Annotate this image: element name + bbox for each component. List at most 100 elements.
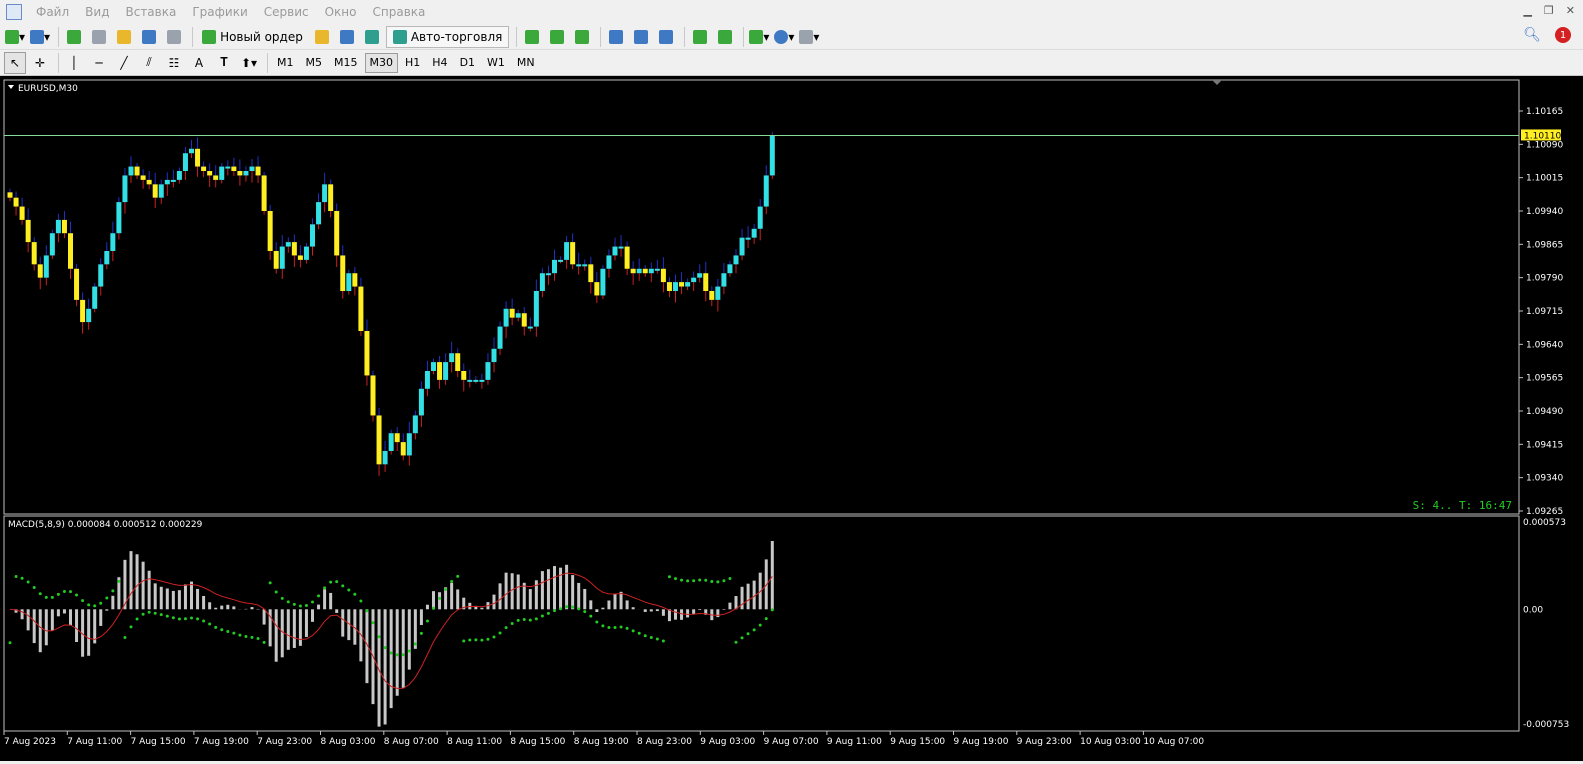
vps-button[interactable] (361, 26, 383, 48)
tf-mn[interactable]: MN (512, 53, 540, 73)
fibonacci-button[interactable]: ☷ (163, 52, 185, 74)
chart-shift-button[interactable] (714, 26, 736, 48)
candle-body (721, 273, 727, 287)
terminal-button[interactable] (138, 26, 160, 48)
time-tick-label: 8 Aug 03:00 (321, 737, 376, 747)
candle-body (358, 286, 364, 331)
macd-dot (583, 610, 587, 614)
candle-body (201, 166, 207, 171)
macd-dot (504, 626, 508, 630)
periods-button[interactable]: ▾ (773, 26, 795, 48)
menu-charts[interactable]: Графики (184, 0, 255, 24)
bar-chart-icon (525, 29, 540, 44)
macd-dot (208, 622, 212, 626)
time-tick-label: 8 Aug 19:00 (574, 737, 629, 747)
macd-dot (649, 636, 653, 640)
candle-body (751, 228, 757, 238)
tf-m15[interactable]: M15 (329, 53, 363, 73)
chart-svg[interactable]: 1.10165 1.10090 1.10015 1.09940 1.09865 1.097… (0, 76, 1583, 761)
candle-body (400, 442, 406, 456)
menu-tools[interactable]: Сервис (256, 0, 317, 24)
macd-dot (389, 651, 393, 655)
close-icon[interactable]: ✕ (1566, 4, 1575, 17)
macd-dot (190, 616, 193, 620)
metaeditor-button[interactable] (311, 26, 333, 48)
macd-dot (87, 603, 91, 607)
candle-body (152, 184, 158, 198)
crosshair-button[interactable]: ✛ (29, 52, 51, 74)
menu-file[interactable]: Файл (28, 0, 77, 24)
chart-shift-marker[interactable] (1212, 80, 1222, 85)
tf-m5[interactable]: M5 (301, 53, 328, 73)
candle-body (122, 175, 128, 203)
auto-scroll-button[interactable] (689, 26, 711, 48)
tf-h1[interactable]: H1 (400, 53, 425, 73)
macd-dot (462, 639, 466, 643)
tf-w1[interactable]: W1 (482, 53, 510, 73)
cursor-button[interactable]: ↖ (4, 51, 26, 74)
profiles-button[interactable]: ▾ (29, 26, 51, 48)
search-icon[interactable]: 🔍︎ (1523, 27, 1541, 43)
signals-button[interactable] (336, 26, 358, 48)
macd-dot (226, 629, 230, 633)
macd-dot (419, 631, 423, 635)
auto-trading-button[interactable]: Авто-торговля (385, 25, 510, 48)
tf-d1[interactable]: D1 (455, 53, 480, 73)
indicators-button[interactable]: ▾ (748, 26, 770, 48)
menu-view[interactable]: Вид (77, 0, 117, 24)
vertical-line-button[interactable]: │ (63, 52, 85, 74)
candle-body (7, 192, 13, 198)
macd-tick-label: 0.00 (1523, 605, 1543, 615)
tile-windows-button[interactable] (655, 26, 677, 48)
macd-dot (728, 576, 732, 580)
zoom-out-button[interactable] (630, 26, 652, 48)
tf-m1[interactable]: M1 (272, 53, 299, 73)
minimize-icon[interactable]: ▁ (1523, 4, 1531, 17)
candle-body (552, 259, 557, 274)
macd-dot (56, 592, 60, 596)
symbol-dropdown-icon[interactable] (8, 85, 14, 89)
indicators-icon (749, 29, 764, 44)
macd-dot (607, 625, 611, 629)
bar-chart-button[interactable] (521, 26, 543, 48)
candle-body (600, 268, 606, 296)
tf-h4[interactable]: H4 (427, 53, 452, 73)
macd-dot (99, 601, 103, 605)
horizontal-line-button[interactable]: ─ (88, 52, 110, 74)
tester-button[interactable] (163, 26, 185, 48)
new-chart-button[interactable]: ▾ (4, 26, 26, 48)
text-button[interactable]: A (188, 52, 210, 74)
templates-button[interactable]: ▾ (798, 26, 820, 48)
data-window-button[interactable] (88, 26, 110, 48)
candle-body (424, 371, 430, 389)
line-chart-button[interactable] (571, 26, 593, 48)
macd-dot (655, 637, 659, 641)
text-label-button[interactable]: 𝐓 (213, 52, 235, 74)
macd-dot (661, 639, 665, 643)
market-watch-icon (67, 29, 82, 44)
candle-body (757, 206, 763, 229)
tester-icon (167, 29, 182, 44)
price-tick-label: 1.09715 (1526, 307, 1563, 317)
menu-window[interactable]: Окно (317, 0, 365, 24)
chart-area[interactable]: 1.10165 1.10090 1.10015 1.09940 1.09865 1.097… (0, 76, 1583, 761)
restore-icon[interactable]: ❐ (1544, 4, 1554, 17)
candle-body (176, 171, 182, 180)
market-watch-button[interactable] (63, 26, 85, 48)
navigator-button[interactable] (113, 26, 135, 48)
trendline-button[interactable]: ╱ (113, 52, 135, 74)
arrows-button[interactable]: ⬆▾ (238, 52, 260, 74)
candle-chart-button[interactable] (546, 26, 568, 48)
new-order-button[interactable]: Новый ордер (197, 26, 308, 48)
tf-m30[interactable]: M30 (364, 52, 398, 73)
menu-help[interactable]: Справка (365, 0, 434, 24)
profiles-icon (30, 29, 45, 44)
notifications-badge[interactable]: 1 (1555, 27, 1571, 43)
candle-body (98, 264, 104, 287)
macd-dot (595, 620, 599, 624)
channel-button[interactable]: ⫽ (138, 52, 160, 74)
menu-insert[interactable]: Вставка (117, 0, 184, 24)
candle-body (261, 175, 267, 211)
candle-body (709, 291, 715, 300)
zoom-in-button[interactable] (605, 26, 627, 48)
